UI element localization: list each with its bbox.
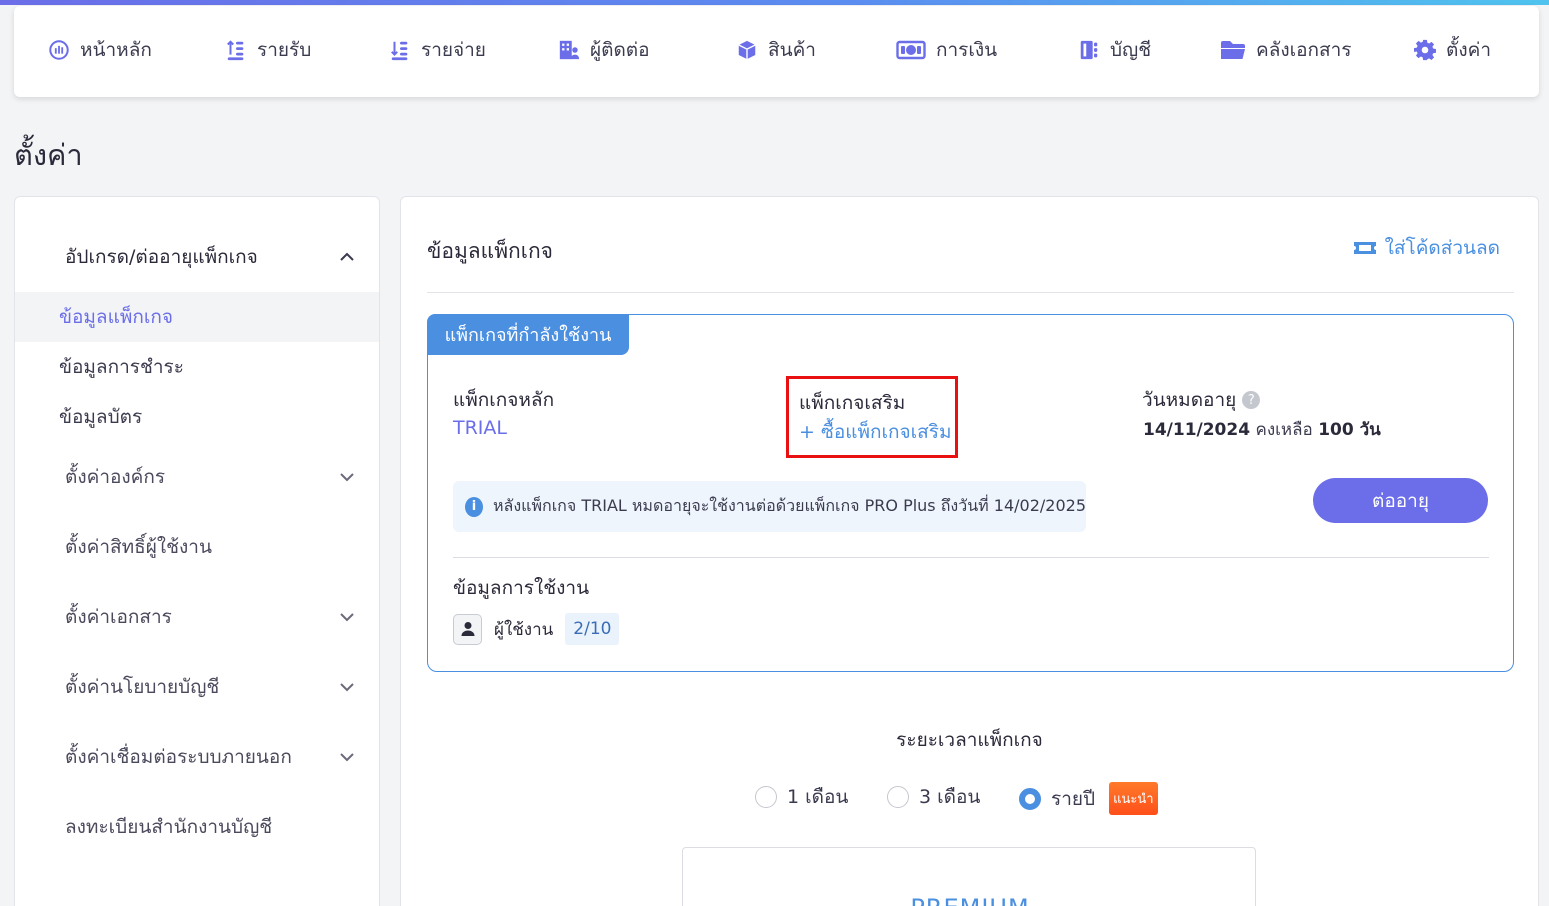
users-label: ผู้ใช้งาน <box>494 619 554 640</box>
usage-title: ข้อมูลการใช้งาน <box>453 577 590 599</box>
main-package-value: TRIAL <box>453 417 507 439</box>
sidebar-group-label: ตั้งค่าเอกสาร <box>65 606 172 628</box>
folder-icon <box>1220 39 1246 61</box>
top-navigation: หน้าหลัก รายรับ รายจ่าย ผู้ติดต่อ สินค้า… <box>14 6 1539 97</box>
plan-card-premium[interactable]: PREMIUM <box>682 847 1256 906</box>
radio-unchecked[interactable] <box>755 786 777 808</box>
duration-option-label: 3 เดือน <box>919 786 981 808</box>
sidebar-group-label: ลงทะเบียนสำนักงานบัญชี <box>65 816 273 838</box>
sidebar-item-label: ข้อมูลการชำระ <box>59 356 184 378</box>
user-icon <box>453 613 482 645</box>
nav-label: หน้าหลัก <box>80 39 152 61</box>
chevron-down-icon <box>340 613 354 622</box>
remaining-days: 100 วัน <box>1318 420 1381 440</box>
expire-value: 14/11/2024 คงเหลือ 100 วัน <box>1143 416 1381 443</box>
duration-title: ระยะเวลาแพ็กเกจ <box>896 729 1043 751</box>
duration-option-label: 1 เดือน <box>787 786 849 808</box>
divider <box>453 557 1489 558</box>
chevron-up-icon <box>340 252 354 261</box>
expire-date: 14/11/2024 <box>1143 420 1251 440</box>
product-box-icon <box>736 39 758 61</box>
remaining-prefix: คงเหลือ <box>1255 420 1313 440</box>
sidebar-group-label: ตั้งค่าเชื่อมต่อระบบภายนอก <box>65 746 292 768</box>
sidebar-item-payment-info[interactable]: ข้อมูลการชำระ <box>15 342 379 392</box>
ticket-icon <box>1353 242 1376 254</box>
buy-addon-link[interactable]: + ซื้อแพ็กเกจเสริม <box>799 417 952 447</box>
nav-item-accounting[interactable]: บัญชี <box>1078 36 1151 64</box>
panel-title: ข้อมูลแพ็กเกจ <box>427 239 553 263</box>
nav-item-settings[interactable]: ตั้งค่า <box>1414 36 1491 64</box>
nav-item-documents[interactable]: คลังเอกสาร <box>1220 36 1352 64</box>
nav-item-finance[interactable]: การเงิน <box>896 36 997 64</box>
nav-label: สินค้า <box>768 39 816 61</box>
expire-label-text: วันหมดอายุ <box>1142 389 1237 411</box>
renew-button[interactable]: ต่ออายุ <box>1313 478 1488 523</box>
nav-label: คลังเอกสาร <box>1256 39 1352 61</box>
package-panel: ข้อมูลแพ็กเกจ ใส่โค้ดส่วนลด แพ็กเกจที่กำ… <box>400 196 1539 906</box>
info-icon: i <box>465 496 483 517</box>
contacts-icon <box>558 39 580 61</box>
duration-option-1-month[interactable]: 1 เดือน <box>755 782 848 812</box>
plan-name: PREMIUM <box>683 894 1255 906</box>
expire-label: วันหมดอายุ ? <box>1142 385 1261 415</box>
sidebar-group-organization[interactable]: ตั้งค่าองค์กร <box>15 457 379 497</box>
nav-item-contacts[interactable]: ผู้ติดต่อ <box>558 36 650 64</box>
nav-label: ผู้ติดต่อ <box>590 39 650 61</box>
sidebar-group-accounting-firm[interactable]: ลงทะเบียนสำนักงานบัญชี <box>15 807 379 847</box>
sidebar-group-user-permissions[interactable]: ตั้งค่าสิทธิ์ผู้ใช้งาน <box>15 527 379 567</box>
nav-item-income[interactable]: รายรับ <box>225 36 311 64</box>
sidebar-group-label: ตั้งค่านโยบายบัญชี <box>65 676 220 698</box>
current-package-card: แพ็กเกจที่กำลังใช้งาน แพ็กเกจหลัก TRIAL … <box>427 314 1514 672</box>
radio-unchecked[interactable] <box>887 786 909 808</box>
coupon-link[interactable]: ใส่โค้ดส่วนลด <box>1353 233 1500 263</box>
sidebar-group-label: ตั้งค่าองค์กร <box>65 466 166 488</box>
addon-package-label: แพ็กเกจเสริม <box>799 392 906 414</box>
sidebar-item-label: ข้อมูลบัตร <box>59 406 143 428</box>
nav-label: รายจ่าย <box>421 39 486 61</box>
gear-icon <box>1414 39 1436 61</box>
nav-item-expense[interactable]: รายจ่าย <box>389 36 486 64</box>
sidebar-item-card-info[interactable]: ข้อมูลบัตร <box>15 392 379 442</box>
nav-item-products[interactable]: สินค้า <box>736 36 816 64</box>
money-icon <box>896 39 926 61</box>
sidebar-group-upgrade[interactable]: อัปเกรด/ต่ออายุแพ็กเกจ <box>15 237 379 277</box>
income-icon <box>225 39 247 61</box>
divider <box>427 292 1514 293</box>
coupon-link-label: ใส่โค้ดส่วนลด <box>1384 237 1500 259</box>
nav-label: รายรับ <box>257 39 312 61</box>
nav-label: ตั้งค่า <box>1446 39 1491 61</box>
sidebar-group-accounting-policy[interactable]: ตั้งค่านโยบายบัญชี <box>15 667 379 707</box>
sidebar-item-package-info[interactable]: ข้อมูลแพ็กเกจ <box>15 292 379 342</box>
main-package-label: แพ็กเกจหลัก <box>453 389 555 411</box>
sidebar-item-label: ข้อมูลแพ็กเกจ <box>59 306 173 328</box>
renewal-info-text: หลังแพ็กเกจ TRIAL หมดอายุจะใช้งานต่อด้วย… <box>493 496 1086 515</box>
nav-label: การเงิน <box>936 39 998 61</box>
duration-option-3-months[interactable]: 3 เดือน <box>887 782 980 812</box>
radio-checked[interactable] <box>1019 787 1041 810</box>
chevron-down-icon <box>340 753 354 762</box>
nav-label: บัญชี <box>1110 39 1152 61</box>
chevron-down-icon <box>340 473 354 482</box>
sidebar-group-documents[interactable]: ตั้งค่าเอกสาร <box>15 597 379 637</box>
sidebar-group-label: ตั้งค่าสิทธิ์ผู้ใช้งาน <box>65 536 212 558</box>
expense-icon <box>389 39 411 61</box>
usage-users-row: ผู้ใช้งาน 2/10 <box>453 613 620 645</box>
chevron-down-icon <box>340 683 354 692</box>
sidebar-group-integrations[interactable]: ตั้งค่าเชื่อมต่อระบบภายนอก <box>15 737 379 777</box>
help-icon[interactable]: ? <box>1242 391 1261 409</box>
page-title: ตั้งค่า <box>14 138 83 172</box>
nav-item-home[interactable]: หน้าหลัก <box>48 36 152 64</box>
addon-highlight-box: แพ็กเกจเสริม + ซื้อแพ็กเกจเสริม <box>786 376 958 458</box>
renewal-info-box: i หลังแพ็กเกจ TRIAL หมดอายุจะใช้งานต่อด้… <box>453 481 1086 532</box>
duration-option-yearly[interactable]: รายปี แนะนำ <box>1019 782 1158 815</box>
sidebar-group-label: อัปเกรด/ต่ออายุแพ็กเกจ <box>65 246 258 268</box>
recommend-badge: แนะนำ <box>1109 782 1158 815</box>
duration-option-label: รายปี <box>1051 787 1096 810</box>
current-package-tag: แพ็กเกจที่กำลังใช้งาน <box>427 314 629 355</box>
users-count-badge: 2/10 <box>565 613 620 645</box>
settings-sidebar: อัปเกรด/ต่ออายุแพ็กเกจ ข้อมูลแพ็กเกจ ข้อ… <box>14 196 380 906</box>
dashboard-icon <box>48 39 70 61</box>
top-accent-bar <box>0 0 1549 5</box>
ledger-icon <box>1078 39 1100 61</box>
